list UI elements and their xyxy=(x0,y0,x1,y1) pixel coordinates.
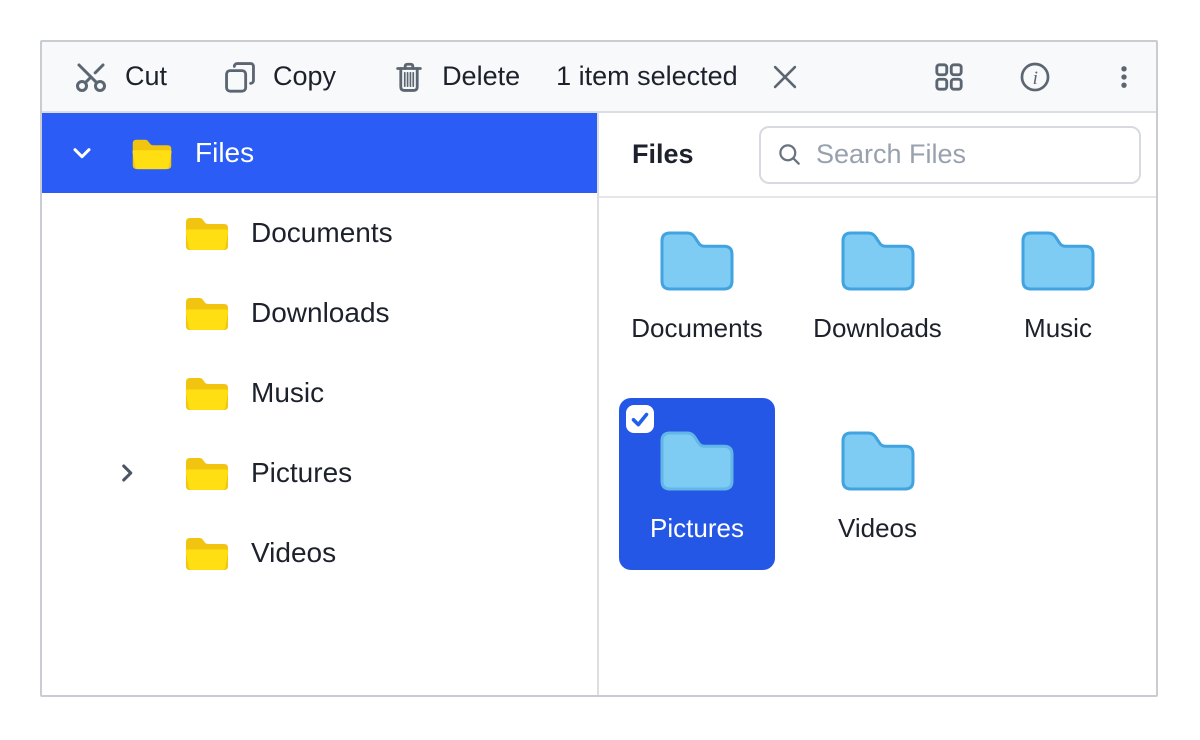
copy-button-label: Copy xyxy=(273,61,336,92)
tree-item-music[interactable]: Music xyxy=(42,353,597,433)
main-panel-header: Files xyxy=(599,113,1156,198)
copy-button[interactable]: Copy xyxy=(223,60,336,94)
checkmark-icon xyxy=(628,407,652,431)
tree-item-pictures[interactable]: Pictures xyxy=(42,433,597,513)
folder-tile-music[interactable]: Music xyxy=(980,198,1136,370)
close-icon xyxy=(768,60,802,94)
tree-item-label: Pictures xyxy=(251,457,352,489)
delete-button-label: Delete xyxy=(442,61,520,92)
scissors-icon xyxy=(73,59,109,95)
grid-view-button[interactable] xyxy=(932,60,966,94)
tree-item-files[interactable]: Files xyxy=(42,113,597,193)
tree-item-downloads[interactable]: Downloads xyxy=(42,273,597,353)
folder-icon xyxy=(656,228,738,294)
tree-item-label: Documents xyxy=(251,217,393,249)
window-body: Files Documents Downloads Music xyxy=(42,113,1156,695)
folder-icon xyxy=(837,228,919,294)
tree-item-label: Videos xyxy=(251,537,336,569)
more-options-button[interactable] xyxy=(1110,60,1138,94)
kebab-menu-icon xyxy=(1110,60,1138,94)
tree-item-label: Music xyxy=(251,377,324,409)
main-panel: Files Documents Downl xyxy=(599,113,1156,695)
trash-icon xyxy=(392,60,426,94)
tree-item-videos[interactable]: Videos xyxy=(42,513,597,593)
copy-icon xyxy=(223,60,257,94)
cut-button[interactable]: Cut xyxy=(73,59,167,95)
selection-status: 1 item selected xyxy=(556,61,738,92)
selection-checkbox[interactable] xyxy=(626,405,654,433)
folder-icon xyxy=(183,453,231,493)
sidebar-tree: Files Documents Downloads Music xyxy=(42,113,599,695)
folder-icon xyxy=(837,428,919,494)
folder-tile-label: Music xyxy=(1024,313,1092,344)
info-button[interactable] xyxy=(1018,60,1052,94)
folder-tile-label: Documents xyxy=(631,313,763,344)
chevron-down-icon xyxy=(68,139,96,167)
search-input[interactable] xyxy=(816,139,1124,170)
folder-tile-videos[interactable]: Videos xyxy=(800,398,956,570)
info-icon xyxy=(1018,60,1052,94)
folder-tile-downloads[interactable]: Downloads xyxy=(800,198,956,370)
folder-grid-area: Documents Downloads Music xyxy=(599,198,1156,695)
folder-tile-label: Downloads xyxy=(813,313,942,344)
folder-icon xyxy=(130,135,174,172)
pictures-expand-toggle[interactable] xyxy=(113,459,141,487)
folder-icon xyxy=(183,213,231,253)
folder-tile-label: Videos xyxy=(838,513,917,544)
grid-view-icon xyxy=(932,60,966,94)
folder-icon xyxy=(656,428,738,494)
search-icon xyxy=(776,141,803,168)
folder-tile-documents[interactable]: Documents xyxy=(619,198,775,370)
folder-icon xyxy=(183,373,231,413)
folder-tile-pictures[interactable]: Pictures xyxy=(619,398,775,570)
tree-item-label: Downloads xyxy=(251,297,390,329)
clear-selection-button[interactable] xyxy=(768,60,802,94)
toolbar: Cut Copy Delete 1 item selected xyxy=(42,42,1156,113)
folder-tile-label: Pictures xyxy=(650,513,744,544)
page-title: Files xyxy=(632,139,694,170)
tree-item-documents[interactable]: Documents xyxy=(42,193,597,273)
folder-icon xyxy=(183,533,231,573)
folder-grid: Documents Downloads Music xyxy=(619,198,1136,570)
tree-item-label: Files xyxy=(195,137,254,169)
chevron-right-icon xyxy=(113,459,141,487)
folder-icon xyxy=(1017,228,1099,294)
search-box[interactable] xyxy=(759,126,1141,184)
file-manager-window: Cut Copy Delete 1 item selected xyxy=(40,40,1158,697)
cut-button-label: Cut xyxy=(125,61,167,92)
delete-button[interactable]: Delete xyxy=(392,60,520,94)
folder-icon xyxy=(183,293,231,333)
files-expand-toggle[interactable] xyxy=(68,139,96,167)
